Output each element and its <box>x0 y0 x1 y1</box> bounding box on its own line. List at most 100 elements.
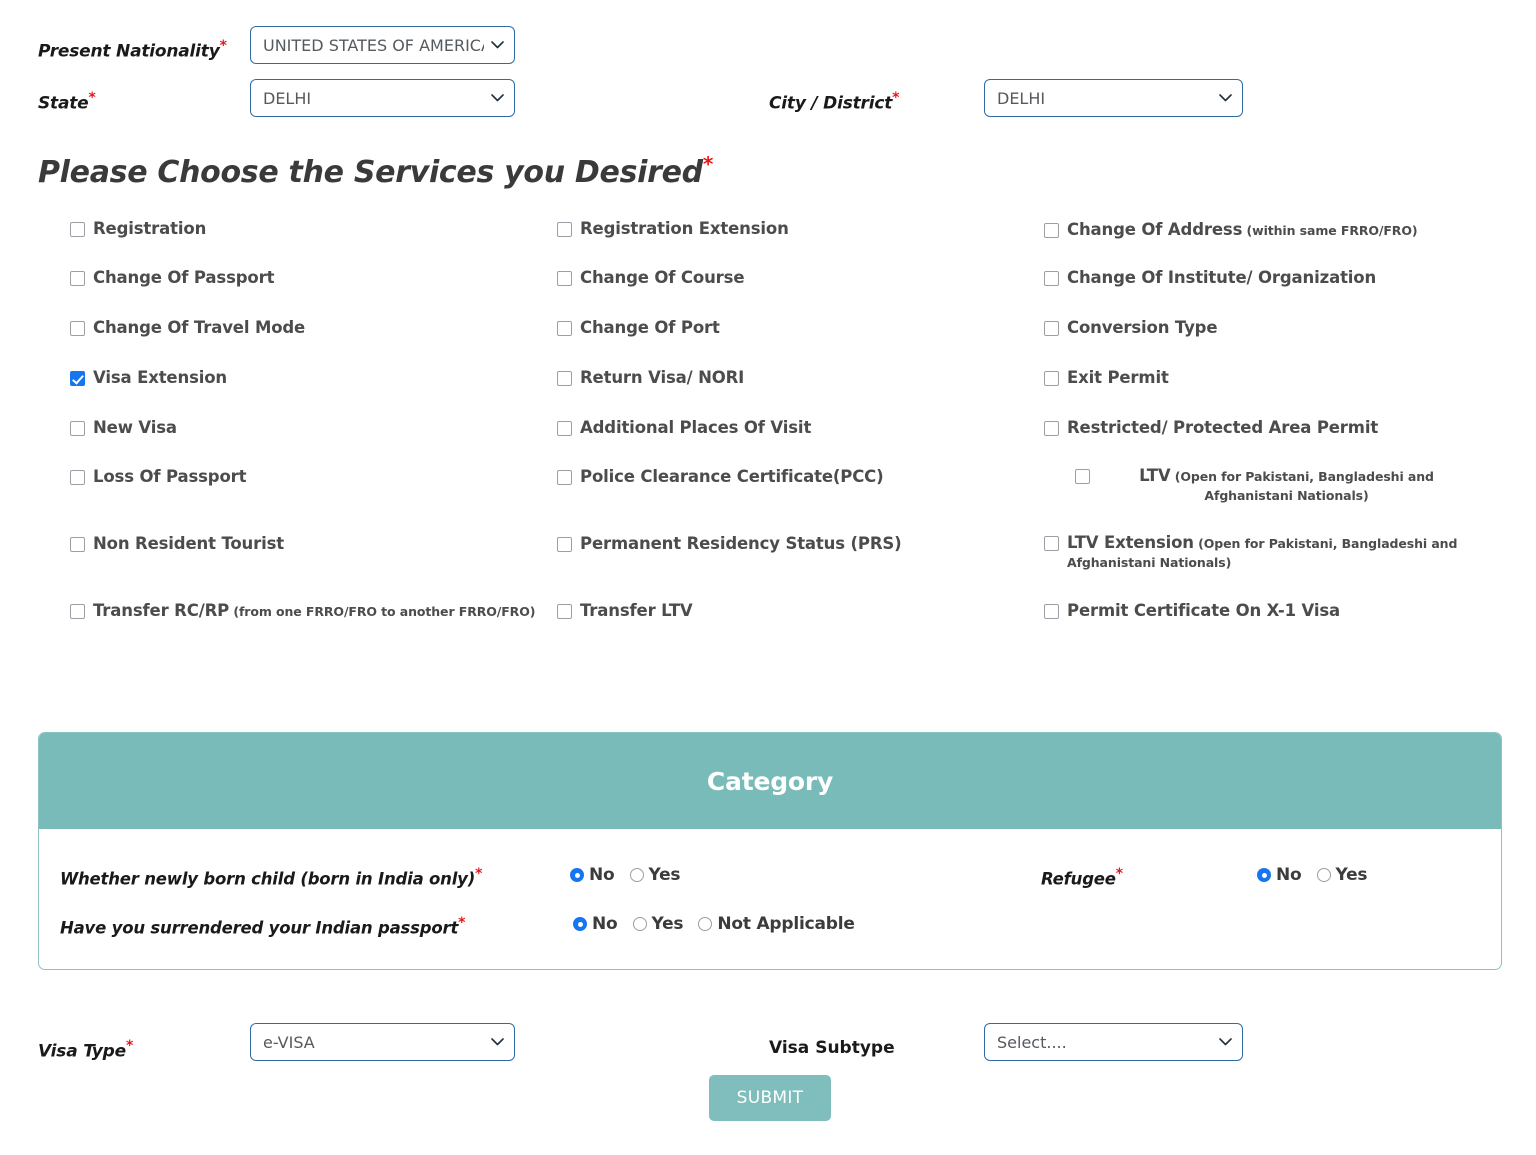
service-checkbox-item[interactable]: Additional Places Of Visit <box>557 418 1027 437</box>
service-checkbox[interactable] <box>557 470 572 485</box>
service-checkbox-item[interactable]: Change Of Institute/ Organization <box>1044 268 1504 287</box>
service-label[interactable]: LTV Extension (Open for Pakistani, Bangl… <box>1067 533 1504 572</box>
service-label[interactable]: Visa Extension <box>93 368 227 387</box>
service-checkbox-item[interactable]: Change Of Course <box>557 268 1027 287</box>
service-checkbox[interactable] <box>70 271 85 286</box>
service-checkbox-item[interactable]: Return Visa/ NORI <box>557 368 1027 387</box>
service-checkbox-item[interactable]: Permanent Residency Status (PRS) <box>557 534 1027 553</box>
service-checkbox[interactable] <box>1044 321 1059 336</box>
service-checkbox-item[interactable]: Police Clearance Certificate(PCC) <box>557 467 1027 486</box>
refugee-option-yes[interactable]: Yes <box>1316 865 1368 885</box>
service-checkbox[interactable] <box>1044 604 1059 619</box>
service-checkbox[interactable] <box>70 371 85 386</box>
surrendered-passport-label-text: Have you surrendered your Indian passpor… <box>60 918 459 938</box>
required-asterisk: * <box>1115 866 1123 882</box>
service-label[interactable]: Transfer LTV <box>580 601 693 620</box>
service-checkbox[interactable] <box>1075 469 1090 484</box>
surrendered-passport-radio-yes[interactable] <box>632 917 647 931</box>
service-checkbox-item[interactable]: Loss Of Passport <box>70 467 540 486</box>
newborn-child-radio-yes[interactable] <box>629 868 644 882</box>
surrendered-passport-option-yes[interactable]: Yes <box>632 914 684 934</box>
service-label[interactable]: Restricted/ Protected Area Permit <box>1067 418 1378 437</box>
service-label[interactable]: Registration <box>93 219 206 238</box>
service-label[interactable]: LTV (Open for Pakistani, Bangladeshi and… <box>1098 466 1475 505</box>
service-checkbox-item[interactable]: Permit Certificate On X-1 Visa <box>1044 601 1504 620</box>
surrendered-passport-option-na-label: Not Applicable <box>717 914 855 934</box>
service-checkbox-item[interactable]: Registration Extension <box>557 219 1027 238</box>
visa-type-select[interactable]: e-VISA <box>250 1023 515 1061</box>
service-checkbox[interactable] <box>1044 536 1059 551</box>
service-label[interactable]: New Visa <box>93 418 177 437</box>
service-checkbox-item[interactable]: Non Resident Tourist <box>70 534 540 553</box>
surrendered-passport-option-no[interactable]: No <box>573 914 618 934</box>
service-checkbox[interactable] <box>70 470 85 485</box>
surrendered-passport-option-na[interactable]: Not Applicable <box>698 914 855 934</box>
service-label[interactable]: Additional Places Of Visit <box>580 418 811 437</box>
service-checkbox[interactable] <box>557 371 572 386</box>
service-label[interactable]: Loss Of Passport <box>93 467 247 486</box>
service-label[interactable]: Change Of Course <box>580 268 745 287</box>
service-checkbox[interactable] <box>557 604 572 619</box>
service-label[interactable]: Exit Permit <box>1067 368 1169 387</box>
service-checkbox[interactable] <box>70 321 85 336</box>
service-label[interactable]: Change Of Port <box>580 318 720 337</box>
service-label[interactable]: Permanent Residency Status (PRS) <box>580 534 902 553</box>
service-checkbox-item[interactable]: Transfer LTV <box>557 601 1027 620</box>
service-checkbox[interactable] <box>557 271 572 286</box>
service-checkbox-item[interactable]: LTV (Open for Pakistani, Bangladeshi and… <box>1075 466 1475 505</box>
service-label[interactable]: Police Clearance Certificate(PCC) <box>580 467 884 486</box>
service-checkbox-item[interactable]: Conversion Type <box>1044 318 1504 337</box>
newborn-child-radio-no[interactable] <box>570 868 584 882</box>
service-checkbox-item[interactable]: Change Of Passport <box>70 268 540 287</box>
required-asterisk: * <box>475 866 483 882</box>
service-checkbox-item[interactable]: LTV Extension (Open for Pakistani, Bangl… <box>1044 533 1504 572</box>
required-asterisk: * <box>892 90 900 106</box>
newborn-child-option-no-label: No <box>589 865 615 885</box>
service-checkbox-item[interactable]: Change Of Port <box>557 318 1027 337</box>
service-checkbox-item[interactable]: New Visa <box>70 418 540 437</box>
service-label[interactable]: Conversion Type <box>1067 318 1218 337</box>
service-label[interactable]: Transfer RC/RP (from one FRRO/FRO to ano… <box>93 601 535 620</box>
service-checkbox-item[interactable]: Change Of Address (within same FRRO/FRO) <box>1044 220 1504 239</box>
state-select-wrap: DELHI <box>250 79 515 117</box>
state-select[interactable]: DELHI <box>250 79 515 117</box>
service-checkbox[interactable] <box>1044 271 1059 286</box>
present-nationality-select[interactable]: UNITED STATES OF AMERICA <box>250 26 515 64</box>
service-label[interactable]: Non Resident Tourist <box>93 534 284 553</box>
visa-subtype-select[interactable]: Select.... <box>984 1023 1243 1061</box>
service-checkbox-item[interactable]: Exit Permit <box>1044 368 1504 387</box>
service-checkbox[interactable] <box>70 421 85 436</box>
city-district-select[interactable]: DELHI <box>984 79 1243 117</box>
service-checkbox[interactable] <box>70 604 85 619</box>
service-checkbox[interactable] <box>70 222 85 237</box>
city-district-label: City / District* <box>769 90 899 114</box>
service-checkbox-item[interactable]: Change Of Travel Mode <box>70 318 540 337</box>
service-checkbox-item[interactable]: Visa Extension <box>70 368 540 387</box>
service-checkbox-item[interactable]: Restricted/ Protected Area Permit <box>1044 418 1504 437</box>
surrendered-passport-radio-no[interactable] <box>573 917 587 931</box>
refugee-radio-yes[interactable] <box>1316 868 1331 882</box>
service-checkbox[interactable] <box>557 421 572 436</box>
service-checkbox-item[interactable]: Transfer RC/RP (from one FRRO/FRO to ano… <box>70 601 540 620</box>
service-label[interactable]: Permit Certificate On X-1 Visa <box>1067 601 1340 620</box>
service-label[interactable]: Return Visa/ NORI <box>580 368 744 387</box>
newborn-child-option-no[interactable]: No <box>570 865 615 885</box>
service-checkbox-item[interactable]: Registration <box>70 219 540 238</box>
service-label[interactable]: Change Of Address (within same FRRO/FRO) <box>1067 220 1418 239</box>
refugee-option-no[interactable]: No <box>1257 865 1302 885</box>
service-checkbox[interactable] <box>1044 421 1059 436</box>
service-checkbox[interactable] <box>557 537 572 552</box>
service-checkbox[interactable] <box>1044 371 1059 386</box>
service-label[interactable]: Change Of Travel Mode <box>93 318 305 337</box>
service-checkbox[interactable] <box>70 537 85 552</box>
service-label[interactable]: Change Of Passport <box>93 268 274 287</box>
service-label[interactable]: Change Of Institute/ Organization <box>1067 268 1376 287</box>
surrendered-passport-radio-na[interactable] <box>698 917 713 931</box>
service-checkbox[interactable] <box>557 222 572 237</box>
service-checkbox[interactable] <box>1044 223 1059 238</box>
service-label[interactable]: Registration Extension <box>580 219 789 238</box>
service-checkbox[interactable] <box>557 321 572 336</box>
submit-button[interactable]: SUBMIT <box>709 1075 831 1121</box>
refugee-radio-no[interactable] <box>1257 868 1271 882</box>
newborn-child-option-yes[interactable]: Yes <box>629 865 681 885</box>
